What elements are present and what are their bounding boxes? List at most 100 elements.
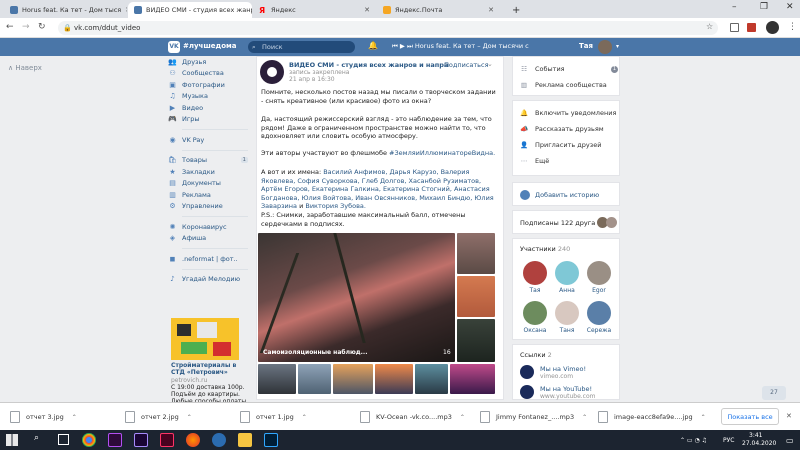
maximize-button[interactable]: ❐ xyxy=(760,2,768,12)
member-name[interactable]: Оксана xyxy=(520,327,550,334)
star-icon[interactable]: ☆ xyxy=(706,22,713,31)
download-item[interactable]: Jimmy Fontanez_....mp3 ⌃ xyxy=(480,409,587,425)
extension-icon[interactable] xyxy=(730,23,739,32)
friends-subscribed-text[interactable]: Подписаны 122 друга xyxy=(520,219,595,227)
user-name[interactable]: Тая xyxy=(579,42,593,50)
nav-item-video[interactable]: ▶ Видео xyxy=(168,102,248,114)
album-main-photo[interactable]: Самоизоляционные наблюд... 16 xyxy=(258,233,455,362)
scroll-to-top-link[interactable]: ∧ Наверх xyxy=(8,64,42,72)
action-more[interactable]: ⋯ Ещё xyxy=(519,153,619,169)
close-tab-icon[interactable]: ✕ xyxy=(484,6,494,14)
close-window-button[interactable]: ✕ xyxy=(786,2,794,12)
chevron-up-icon[interactable]: ⌃ xyxy=(460,414,465,421)
ad-image[interactable] xyxy=(171,318,239,360)
chrome-icon[interactable] xyxy=(82,433,96,447)
album-photo[interactable] xyxy=(333,364,373,394)
action-invite[interactable]: 👤 Пригласить друзей xyxy=(519,137,619,153)
album-photo[interactable] xyxy=(298,364,331,394)
chevron-up-icon[interactable]: ⌃ xyxy=(302,414,307,421)
member-avatar[interactable] xyxy=(555,301,579,325)
chevron-up-icon[interactable]: ⌃ xyxy=(72,414,77,421)
ad-title[interactable]: Стройматериалы в СТД «Петрович» xyxy=(171,362,247,376)
nav-item-melody-game[interactable]: ♪ Угадай Мелодию xyxy=(168,274,248,286)
nav-item-photos[interactable]: ▣ Фотографии xyxy=(168,79,248,91)
hashtag-link[interactable]: #ЗемляиИллюминатореВидна. xyxy=(389,149,495,157)
reload-icon[interactable]: ↻ xyxy=(38,22,46,32)
back-arrow-icon[interactable]: ← xyxy=(6,22,14,32)
indesign-icon[interactable] xyxy=(160,433,174,447)
premiere-icon[interactable] xyxy=(108,433,122,447)
member-name[interactable]: Egor xyxy=(584,287,614,294)
members-header[interactable]: Участники 240 xyxy=(520,245,570,253)
post-date[interactable]: 21 апр в 16:30 xyxy=(289,76,335,83)
search-icon[interactable]: ⌕ xyxy=(34,433,39,443)
member-avatar[interactable] xyxy=(587,301,611,325)
action-enable-notifications[interactable]: 🔔 Включить уведомления xyxy=(519,105,619,121)
minimize-button[interactable]: – xyxy=(732,2,737,12)
member-name[interactable]: Анна xyxy=(552,287,582,294)
chevron-down-icon[interactable]: ▾ xyxy=(616,43,619,50)
album-photo[interactable] xyxy=(258,364,296,394)
download-item[interactable]: отчет 1.jpg ⌃ xyxy=(240,409,307,425)
download-item[interactable]: KV-Ocean -vk.co....mp3 ⌃ xyxy=(360,409,465,425)
menu-item-events[interactable]: ☷ События 1 xyxy=(519,61,619,77)
firefox-icon[interactable] xyxy=(186,433,200,447)
nav-item-afisha[interactable]: ◈ Афиша xyxy=(168,233,248,245)
vimeo-icon[interactable] xyxy=(520,365,534,379)
vk-logo-icon[interactable]: VK xyxy=(168,41,180,53)
nav-item-friends[interactable]: 👥 Друзья xyxy=(168,56,248,68)
profile-avatar[interactable] xyxy=(766,21,779,34)
album-photo[interactable] xyxy=(450,364,495,394)
nav-item-vkpay[interactable]: ◉ VK Pay xyxy=(168,134,248,146)
photoshop-icon[interactable] xyxy=(264,433,278,447)
chevron-up-icon[interactable]: ⌃ xyxy=(701,414,706,421)
messages-chat-button[interactable]: 27 xyxy=(762,386,786,400)
album-photo[interactable] xyxy=(415,364,448,394)
nav-item-goods[interactable]: 🛍 Товары 1 xyxy=(168,155,248,167)
search-input[interactable]: ⌕ Поиск xyxy=(248,41,355,53)
clock-time[interactable]: 3:41 xyxy=(749,432,762,439)
browser-menu-icon[interactable]: ⋮ xyxy=(788,22,797,32)
chevron-down-icon[interactable]: ⌄ xyxy=(487,60,493,68)
browser-tab-4[interactable]: Яндекс.Почта ✕ xyxy=(377,2,500,18)
download-item[interactable]: отчет 3.jpg ⌃ xyxy=(10,409,77,425)
nav-item-ads[interactable]: ▥ Реклама xyxy=(168,189,248,201)
after-effects-icon[interactable] xyxy=(134,433,148,447)
url-input[interactable]: 🔒 vk.com/ddut_video xyxy=(58,21,718,35)
action-share[interactable]: 📣 Рассказать друзьям xyxy=(519,121,619,137)
nav-item-communities[interactable]: ⚇ Сообщества xyxy=(168,68,248,80)
close-downloads-icon[interactable]: ✕ xyxy=(786,412,792,420)
audio-player[interactable]: ⏮ ▶ ⏭ Horus feat. Ка тет – Дом тысячи с xyxy=(392,42,529,51)
album-photo[interactable] xyxy=(457,276,495,317)
links-header[interactable]: Ссылки 2 xyxy=(520,351,552,359)
notifications-bell-icon[interactable]: 🔔 xyxy=(368,41,378,50)
input-language[interactable]: РУС xyxy=(723,437,734,444)
browser-tab-3[interactable]: Я Яндекс ✕ xyxy=(253,2,376,18)
member-avatar[interactable] xyxy=(555,261,579,285)
album-photo[interactable] xyxy=(457,319,495,362)
link-title[interactable]: Мы на Vimeo! xyxy=(540,365,586,373)
browser-tab-1[interactable]: Horus feat. Ка тет - Дом тыся ✕ xyxy=(4,2,127,18)
nav-item-music[interactable]: ♫ Музыка xyxy=(168,91,248,103)
nav-item-bookmarks[interactable]: ★ Закладки xyxy=(168,166,248,178)
task-view-icon[interactable] xyxy=(58,434,69,445)
author-link[interactable]: Виктория Зубова. xyxy=(305,202,366,210)
notification-center-icon[interactable]: ▭ xyxy=(786,436,794,445)
follow-button[interactable]: Подписаться xyxy=(444,61,489,69)
browser-tab-2[interactable]: ВИДЕО СМИ - студия всех жанр ✕ xyxy=(128,2,252,18)
post-author[interactable]: ВИДЕО СМИ - студия всех жанров и направл… xyxy=(289,61,449,69)
link-title[interactable]: Мы на YouTube! xyxy=(540,385,592,393)
nav-item-app[interactable]: ◼ .neformat | фот.. xyxy=(168,253,248,265)
member-name[interactable]: Таня xyxy=(552,327,582,334)
windows-start-icon[interactable] xyxy=(6,434,18,446)
chevron-up-icon[interactable]: ⌃ xyxy=(582,414,587,421)
nav-item-coronavirus[interactable]: ✺ Коронавирус xyxy=(168,221,248,233)
member-name[interactable]: Сережа xyxy=(584,327,614,334)
app-icon[interactable] xyxy=(212,433,226,447)
show-all-downloads-button[interactable]: Показать все xyxy=(721,408,779,425)
new-tab-button[interactable]: + xyxy=(506,2,520,18)
download-item[interactable]: image-eacc8efa9e....jpg ⌃ xyxy=(598,409,706,425)
nav-item-documents[interactable]: ▤ Документы xyxy=(168,178,248,190)
friend-avatar[interactable] xyxy=(606,217,617,228)
close-tab-icon[interactable]: ✕ xyxy=(360,6,370,14)
